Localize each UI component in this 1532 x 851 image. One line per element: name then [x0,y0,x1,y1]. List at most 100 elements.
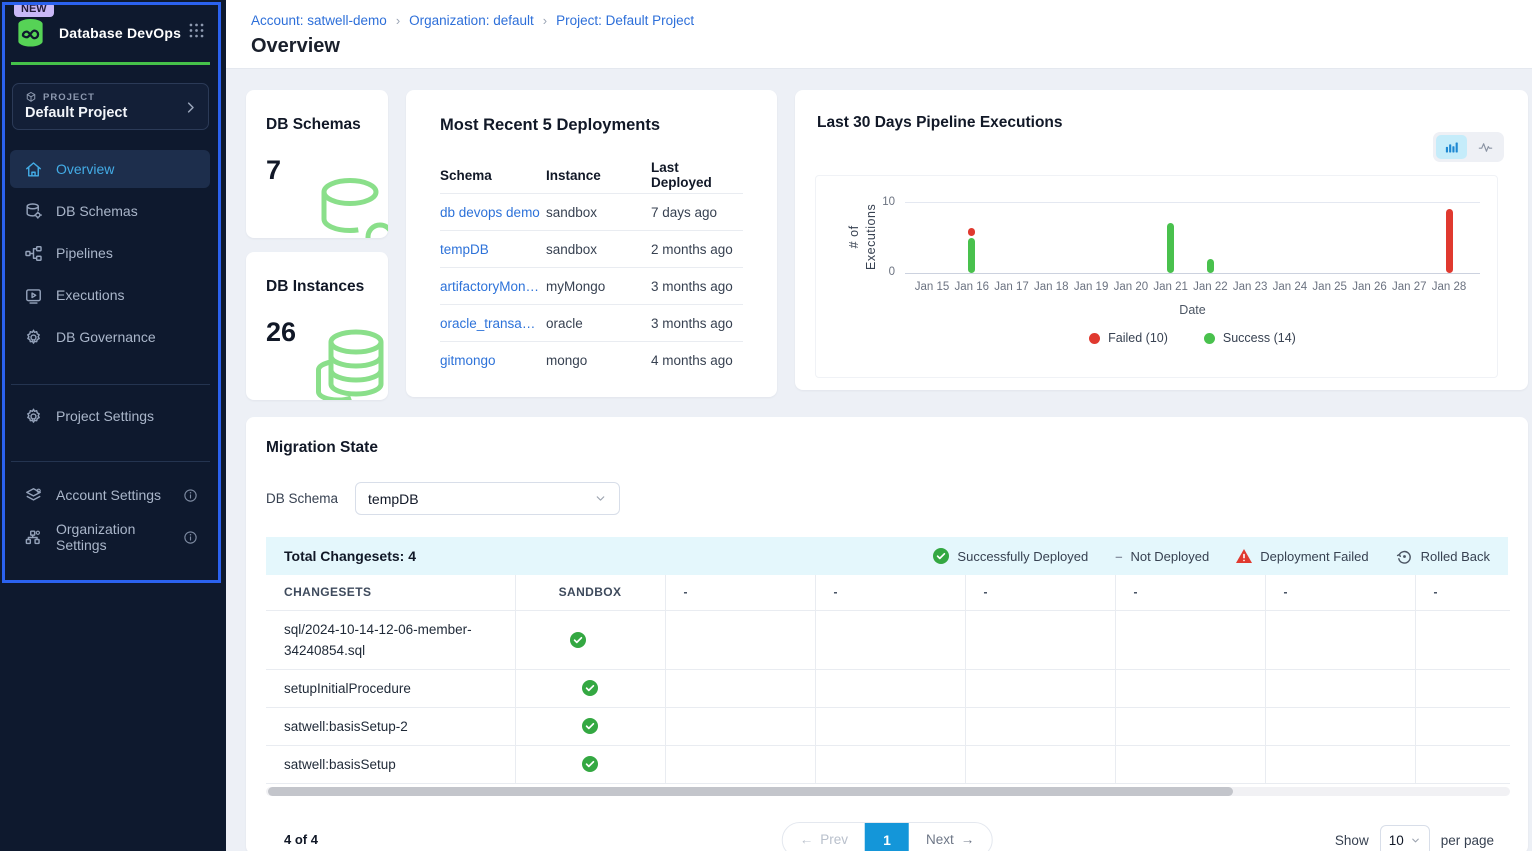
sidebar-item-label: DB Governance [56,329,156,345]
pagination: 4 of 4 ← Prev 1 Next → Show 10 [266,822,1508,851]
chart-title: Last 30 Days Pipeline Executions [817,114,1528,132]
next-button[interactable]: Next → [909,823,991,851]
project-name: Default Project [25,105,198,121]
arrow-left-icon: ← [800,832,814,847]
sidebar-item-executions[interactable]: Executions [10,276,210,314]
table-row: satwell:basisSetup-2 [266,707,1510,745]
column-header: - [965,575,1115,610]
schema-link[interactable]: tempDB [440,242,546,257]
sidebar: NEW Database DevOps PROJECT Default Proj… [0,0,226,851]
column-header: - [665,575,815,610]
x-axis-tick: Jan 25 [1312,281,1347,293]
sidebar-item-project-settings[interactable]: Project Settings [10,397,210,435]
y-axis-label: # ofExecutions [846,204,880,270]
warning-triangle-icon [1236,549,1252,563]
chart-bar [968,238,975,274]
per-page-label: per page [1441,833,1494,848]
changeset-cell: satwell:basisSetup [266,745,515,783]
changeset-cell: setupInitialProcedure [266,669,515,707]
schema-link[interactable]: artifactoryMongo [440,279,546,294]
sidebar-item-account-settings[interactable]: Account Settings [10,476,210,514]
sidebar-divider [11,384,210,385]
breadcrumb-project[interactable]: Project: Default Project [556,13,694,28]
sidebar-item-pipelines[interactable]: Pipelines [10,234,210,272]
x-axis-tick: Jan 27 [1392,281,1427,293]
page-title: Overview [251,35,1532,58]
apps-grid-icon[interactable] [187,21,206,45]
x-axis-tick: Jan 24 [1273,281,1308,293]
x-axis-tick: Jan 28 [1432,281,1467,293]
x-axis-tick: Jan 18 [1034,281,1069,293]
play-square-icon [24,286,43,305]
db-schema-select[interactable]: tempDB [355,482,620,515]
info-icon[interactable] [183,488,198,503]
check-circle-icon [582,756,598,772]
failed-dot-icon [1089,333,1100,344]
instance-cell: oracle [546,316,651,331]
home-icon [24,160,43,179]
page-size-value: 10 [1389,833,1404,848]
chart-bar [1207,259,1214,273]
instance-cell: sandbox [546,242,651,257]
page-size-select[interactable]: 10 [1380,825,1430,851]
info-icon[interactable] [183,530,198,545]
table-row: satwell:basisSetup [266,745,1510,783]
scrollbar-thumb[interactable] [268,787,1233,796]
x-axis-line [905,273,1480,274]
table-row: db devops demo sandbox 7 days ago [440,194,743,231]
bar-chart-icon[interactable] [1436,135,1467,159]
x-axis-tick: Jan 20 [1114,281,1149,293]
table-row: tempDB sandbox 2 months ago [440,231,743,268]
check-circle-icon [570,632,586,648]
check-circle-icon [933,548,949,564]
rollback-icon [1396,548,1413,565]
sidebar-item-organization-settings[interactable]: Organization Settings [10,518,210,556]
schema-link[interactable]: gitmongo [440,353,546,368]
show-label: Show [1335,833,1369,848]
pipeline-executions-card: Last 30 Days Pipeline Executions [795,90,1528,390]
schema-link[interactable]: db devops demo [440,205,546,220]
project-selector[interactable]: PROJECT Default Project [12,83,209,130]
content-area: DB Schemas 7 DB Instances 26 [226,69,1532,851]
horizontal-scrollbar [266,785,1510,797]
sidebar-item-label: DB Schemas [56,203,138,219]
new-badge: NEW [14,2,54,17]
sidebar-item-label: Executions [56,287,124,303]
breadcrumb-account[interactable]: Account: satwell-demo [251,13,387,28]
prev-button[interactable]: ← Prev [783,823,865,851]
column-header: - [815,575,965,610]
table-row: setupInitialProcedure [266,669,1510,707]
sidebar-accent-rule [11,62,210,65]
changesets-summary-band: Total Changesets: 4 Successfully Deploye… [266,537,1508,575]
chart-legend: Failed (10) Success (14) [905,331,1480,345]
table-row: gitmongo mongo 4 months ago [440,342,743,379]
table-row: sql/2024-10-14-12-06-member-34240854.sql [266,610,1510,669]
chart-type-toggle [1433,132,1504,162]
schema-link[interactable]: oracle_transact... [440,316,546,331]
migration-state-card: Migration State DB Schema tempDB Total C… [246,417,1528,851]
instance-cell: sandbox [546,205,651,220]
x-axis-tick: Jan 19 [1074,281,1109,293]
sidebar-item-label: Account Settings [56,487,161,503]
sidebar-item-overview[interactable]: Overview [10,150,210,188]
x-axis-label: Date [905,303,1480,317]
chart-bars [905,202,1480,273]
row-count: 4 of 4 [284,832,318,847]
breadcrumb-organization[interactable]: Organization: default [409,13,534,28]
app-title: Database DevOps [59,25,181,41]
main-area: Account: satwell-demo › Organization: de… [226,0,1532,851]
x-axis-tick: Jan 15 [915,281,950,293]
sidebar-item-db-schemas[interactable]: DB Schemas [10,192,210,230]
layers-gear-icon [24,486,43,505]
migration-title: Migration State [266,439,1508,457]
instance-cell: myMongo [546,279,651,294]
sidebar-item-db-governance[interactable]: DB Governance [10,318,210,356]
x-axis-tick: Jan 22 [1193,281,1228,293]
page-1-button[interactable]: 1 [865,823,909,851]
last-deployed-cell: 2 months ago [651,242,743,257]
check-circle-icon [582,718,598,734]
deployments-table: Schema Instance Last Deployed db devops … [440,157,743,379]
chart-bar [1167,223,1174,273]
line-chart-icon[interactable] [1470,135,1501,159]
table-row: artifactoryMongo myMongo 3 months ago [440,268,743,305]
